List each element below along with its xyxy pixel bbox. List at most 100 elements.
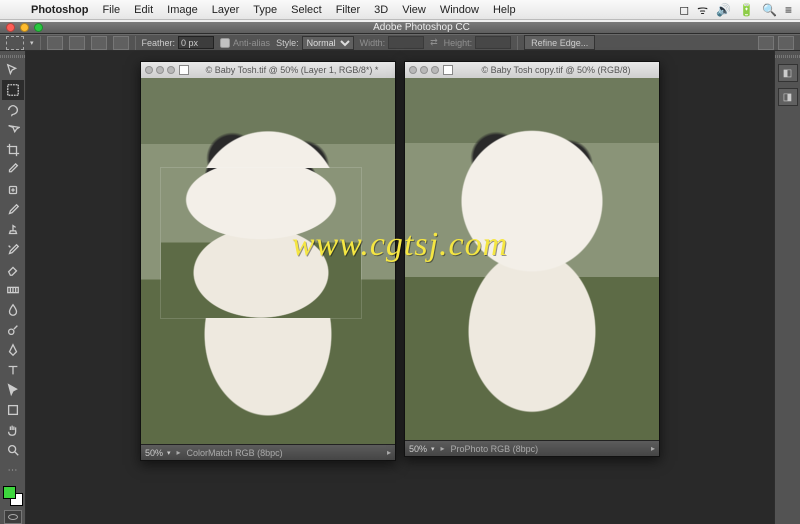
spotlight-icon[interactable]: 🔍 (762, 3, 777, 17)
quick-select-tool[interactable] (2, 120, 24, 140)
tool-preset-chevron-icon[interactable]: ▾ (30, 39, 34, 47)
antialias-label: Anti-alias (233, 38, 270, 48)
eraser-tool[interactable] (2, 260, 24, 280)
document-icon (179, 65, 189, 75)
doc2-canvas[interactable] (405, 78, 659, 440)
history-brush-tool[interactable] (2, 240, 24, 260)
menu-help[interactable]: Help (486, 4, 523, 16)
move-tool[interactable] (2, 60, 24, 80)
panel-icon-1[interactable]: ◧ (778, 64, 798, 82)
clone-stamp-tool[interactable] (2, 220, 24, 240)
foreground-color-swatch[interactable] (3, 486, 16, 499)
photoshop-window: Adobe Photoshop CC ▾ Feather: Anti-alias… (0, 22, 800, 500)
type-tool[interactable] (2, 360, 24, 380)
battery-icon[interactable]: 🔋 (739, 3, 754, 17)
doc1-title: © Baby Tosh.tif @ 50% (Layer 1, RGB/8*) … (193, 65, 391, 75)
menu-select[interactable]: Select (284, 4, 329, 16)
doc1-zoom-button[interactable] (167, 66, 175, 74)
window-controls (0, 23, 43, 32)
minimize-button[interactable] (20, 23, 29, 32)
panel-icon-2[interactable]: ◨ (778, 88, 798, 106)
doc2-title: © Baby Tosh copy.tif @ 50% (RGB/8) (457, 65, 655, 75)
menu-file[interactable]: File (95, 4, 127, 16)
quick-mask-toggle[interactable] (4, 510, 22, 524)
add-selection-icon[interactable] (69, 36, 85, 50)
mac-menubar: Photoshop File Edit Image Layer Type Sel… (0, 0, 800, 20)
canvas-area: © Baby Tosh.tif @ 50% (Layer 1, RGB/8*) … (26, 51, 774, 524)
pen-tool[interactable] (2, 340, 24, 360)
marquee-tool[interactable] (2, 80, 24, 100)
doc1-canvas[interactable] (141, 78, 395, 444)
workspace: ⋯ © Baby Tosh.tif @ 50% (Layer 1, RGB/8*… (0, 51, 800, 524)
volume-icon[interactable]: 🔊 (716, 3, 731, 17)
doc1-info-caret-icon[interactable]: ▸ (177, 448, 181, 457)
refine-edge-button[interactable]: Refine Edge... (524, 35, 595, 50)
doc1-titlebar[interactable]: © Baby Tosh.tif @ 50% (Layer 1, RGB/8*) … (141, 62, 395, 78)
menu-type[interactable]: Type (246, 4, 284, 16)
dodge-tool[interactable] (2, 320, 24, 340)
healing-brush-tool[interactable] (2, 180, 24, 200)
menu-layer[interactable]: Layer (205, 4, 247, 16)
menu-image[interactable]: Image (160, 4, 205, 16)
zoom-tool[interactable] (2, 440, 24, 460)
width-label: Width: (360, 38, 386, 48)
options-bar: ▾ Feather: Anti-alias Style: Normal Widt… (0, 34, 800, 51)
notification-icon[interactable]: ≡ (785, 3, 792, 17)
color-swatches[interactable] (3, 486, 23, 506)
doc2-zoom[interactable]: 50% (409, 444, 435, 454)
doc1-close-button[interactable] (145, 66, 153, 74)
intersect-selection-icon[interactable] (113, 36, 129, 50)
lasso-tool[interactable] (2, 100, 24, 120)
feather-label: Feather: (142, 38, 176, 48)
height-label: Height: (444, 38, 473, 48)
workspace-switcher-icon[interactable] (758, 36, 774, 50)
menu-edit[interactable]: Edit (127, 4, 160, 16)
antialias-field: Anti-alias (220, 38, 270, 48)
subtract-selection-icon[interactable] (91, 36, 107, 50)
close-button[interactable] (6, 23, 15, 32)
active-tool-icon[interactable] (6, 36, 24, 50)
new-selection-icon[interactable] (47, 36, 63, 50)
expand-panels-icon[interactable] (778, 36, 794, 50)
menu-filter[interactable]: Filter (329, 4, 367, 16)
swap-wh-icon: ⇄ (430, 37, 438, 48)
antialias-checkbox[interactable] (220, 38, 230, 48)
path-select-tool[interactable] (2, 380, 24, 400)
doc1-pasted-layer[interactable] (161, 168, 361, 318)
display-icon[interactable]: ◻ (679, 3, 689, 17)
menu-window[interactable]: Window (433, 4, 486, 16)
doc1-zoom[interactable]: 50% (145, 448, 171, 458)
zoom-button[interactable] (34, 23, 43, 32)
doc2-titlebar[interactable]: © Baby Tosh copy.tif @ 50% (RGB/8) (405, 62, 659, 78)
blur-tool[interactable] (2, 300, 24, 320)
right-panel-dock: ◧ ◨ (774, 51, 800, 524)
doc2-minimize-button[interactable] (420, 66, 428, 74)
doc2-popup-icon[interactable]: ▸ (651, 444, 655, 453)
doc2-zoom-button[interactable] (431, 66, 439, 74)
style-label: Style: (276, 38, 299, 48)
doc1-minimize-button[interactable] (156, 66, 164, 74)
panel-grip[interactable] (775, 55, 800, 58)
gradient-tool[interactable] (2, 280, 24, 300)
menu-3d[interactable]: 3D (367, 4, 395, 16)
panel-grip[interactable] (0, 55, 25, 58)
wifi-icon[interactable]: ᯤ (697, 1, 708, 18)
edit-toolbar-icon[interactable]: ⋯ (2, 460, 24, 480)
height-input (475, 36, 511, 49)
doc2-info-caret-icon[interactable]: ▸ (441, 444, 445, 453)
doc1-popup-icon[interactable]: ▸ (387, 448, 391, 457)
style-select[interactable]: Normal (302, 36, 354, 50)
document-icon (443, 65, 453, 75)
doc2-close-button[interactable] (409, 66, 417, 74)
crop-tool[interactable] (2, 140, 24, 160)
hand-tool[interactable] (2, 420, 24, 440)
eyedropper-tool[interactable] (2, 160, 24, 180)
menu-view[interactable]: View (395, 4, 433, 16)
document-window-2: © Baby Tosh copy.tif @ 50% (RGB/8) 50% ▸… (404, 61, 660, 457)
feather-input[interactable] (178, 36, 214, 49)
doc2-image (405, 78, 659, 440)
brush-tool[interactable] (2, 200, 24, 220)
shape-tool[interactable] (2, 400, 24, 420)
width-input (388, 36, 424, 49)
menu-app[interactable]: Photoshop (24, 4, 95, 16)
